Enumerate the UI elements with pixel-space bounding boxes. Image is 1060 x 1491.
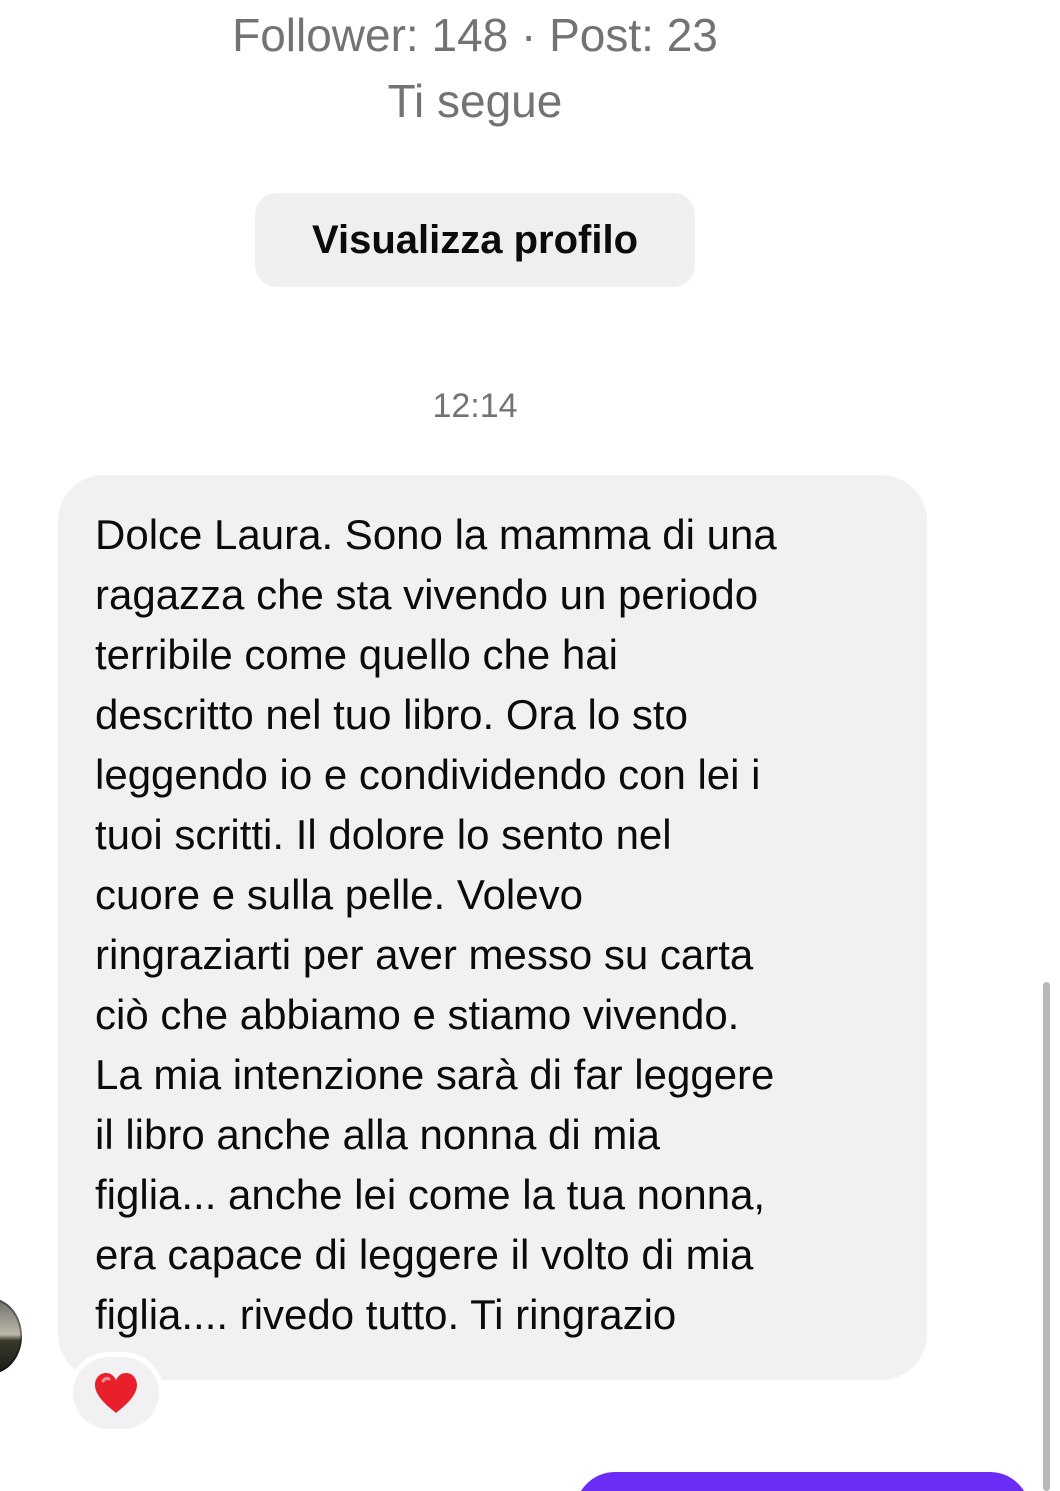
message-line: ringraziarti per aver messo su carta — [95, 931, 754, 978]
incoming-message-text: Dolce Laura. Sono la mamma di una ragazz… — [95, 505, 915, 1345]
scrollbar[interactable] — [1043, 982, 1050, 1491]
message-line: cuore e sulla pelle. Volevo — [95, 871, 583, 918]
view-profile-label: Visualizza profilo — [312, 217, 638, 262]
heart-icon — [95, 1373, 137, 1413]
message-line: era capace di leggere il volto di mia — [95, 1231, 754, 1278]
message-line: Dolce Laura. Sono la mamma di una — [95, 511, 777, 558]
message-line: descritto nel tuo libro. Ora lo sto — [95, 691, 688, 738]
outgoing-message-bubble[interactable] — [575, 1472, 1030, 1491]
reaction-badge[interactable] — [73, 1357, 159, 1429]
message-line: figlia.... rivedo tutto. Ti ringrazio — [95, 1291, 677, 1338]
message-line: ciò che abbiamo e stiamo vivendo. — [95, 991, 740, 1038]
sender-avatar-ring — [0, 1298, 22, 1374]
message-line: leggendo io e condividendo con lei i — [95, 751, 761, 798]
view-profile-button[interactable]: Visualizza profilo — [255, 193, 695, 287]
message-timestamp: 12:14 — [432, 387, 518, 425]
follow-status: Ti segue — [387, 75, 563, 127]
message-line: La mia intenzione sarà di far leggere — [95, 1051, 775, 1098]
message-line: il libro anche alla nonna di mia — [95, 1111, 661, 1158]
message-line: ragazza che sta vivendo un periodo — [95, 571, 759, 618]
message-line: tuoi scritti. Il dolore lo sento nel — [95, 811, 672, 858]
message-line: terribile come quello che hai — [95, 631, 618, 678]
message-line: figlia... anche lei come la tua nonna, — [95, 1171, 766, 1218]
profile-stats: Follower: 148 · Post: 23 — [232, 9, 718, 61]
